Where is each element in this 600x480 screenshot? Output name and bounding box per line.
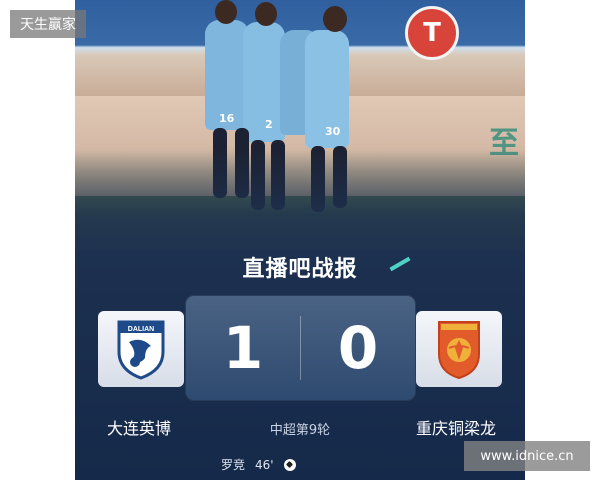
goal-event: 罗竞 46' bbox=[221, 456, 296, 473]
watermark-top-left: 天生赢家 bbox=[10, 10, 86, 38]
goal-scorer: 罗竞 bbox=[221, 458, 246, 472]
match-report-card: 至 T 16 2 30 直播吧战报 DALIAN 1 0 大连英博 中超第9轮 … bbox=[75, 0, 525, 480]
celebration-photo: 至 T 16 2 30 bbox=[75, 0, 525, 250]
away-team-badge-box bbox=[416, 311, 502, 387]
home-badge-text: DALIAN bbox=[128, 326, 154, 333]
stadium-logo: T bbox=[405, 6, 459, 60]
chongqing-badge-icon bbox=[438, 321, 480, 380]
scoreboard: 1 0 bbox=[186, 296, 415, 400]
home-score: 1 bbox=[222, 314, 264, 382]
goal-minute: 46' bbox=[255, 457, 274, 472]
player-head bbox=[323, 6, 347, 32]
jersey-number: 16 bbox=[219, 112, 235, 125]
dalian-badge-icon: DALIAN bbox=[117, 320, 165, 380]
jersey-number: 30 bbox=[325, 125, 341, 138]
photo-fade bbox=[75, 150, 525, 250]
away-score: 0 bbox=[337, 314, 379, 382]
home-team-badge-box: DALIAN bbox=[98, 311, 184, 387]
away-team-name: 重庆铜梁龙 bbox=[416, 419, 497, 438]
score-divider bbox=[300, 316, 301, 380]
stadium-logo-text: T bbox=[423, 18, 441, 48]
player-figure bbox=[243, 22, 285, 142]
player-head bbox=[255, 2, 277, 26]
player-head bbox=[215, 0, 237, 24]
jersey-number: 2 bbox=[265, 118, 273, 131]
watermark-bottom-right: www.idnice.cn bbox=[464, 441, 590, 471]
football-icon bbox=[283, 458, 296, 471]
report-title: 直播吧战报 bbox=[242, 257, 358, 282]
